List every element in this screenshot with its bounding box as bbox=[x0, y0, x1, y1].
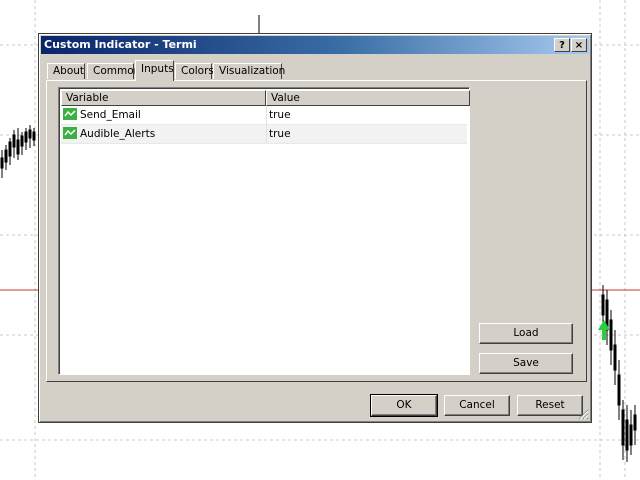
load-button[interactable]: Load bbox=[479, 323, 573, 344]
value-cell[interactable]: true bbox=[266, 125, 469, 143]
variable-name: Send_Email bbox=[80, 109, 141, 121]
boolean-param-icon bbox=[63, 108, 77, 120]
variable-cell: Send_Email bbox=[63, 106, 263, 124]
column-header-variable[interactable]: Variable bbox=[61, 90, 266, 106]
boolean-param-icon bbox=[63, 127, 77, 139]
table-row[interactable]: Audible_Alerts true bbox=[61, 125, 467, 144]
inputs-table[interactable]: Variable Value Send_Email true Audible_A… bbox=[58, 87, 470, 375]
table-row[interactable]: Send_Email true bbox=[61, 106, 467, 125]
tab-inputs[interactable]: Inputs bbox=[135, 60, 174, 81]
close-button[interactable]: × bbox=[571, 38, 587, 52]
column-header-value[interactable]: Value bbox=[266, 90, 470, 106]
tab-colors[interactable]: Colors bbox=[175, 63, 214, 79]
save-button[interactable]: Save bbox=[479, 353, 573, 374]
help-button[interactable]: ? bbox=[554, 38, 570, 52]
reset-button[interactable]: Reset bbox=[517, 395, 583, 416]
table-header: Variable Value bbox=[61, 90, 470, 106]
cancel-button[interactable]: Cancel bbox=[444, 395, 510, 416]
window-title: Custom Indicator - Termi bbox=[44, 38, 197, 51]
value-cell[interactable]: true bbox=[266, 106, 469, 124]
ok-button[interactable]: OK bbox=[370, 394, 438, 417]
custom-indicator-dialog: Custom Indicator - Termi ? × About Commo… bbox=[38, 33, 592, 423]
variable-cell: Audible_Alerts bbox=[63, 125, 263, 143]
tab-common[interactable]: Common bbox=[87, 63, 140, 79]
variable-name: Audible_Alerts bbox=[80, 128, 156, 140]
tab-about[interactable]: About bbox=[47, 63, 85, 79]
tab-visualization[interactable]: Visualization bbox=[213, 63, 285, 79]
resize-grip-icon[interactable] bbox=[577, 408, 589, 420]
title-bar[interactable]: Custom Indicator - Termi ? × bbox=[41, 36, 589, 54]
